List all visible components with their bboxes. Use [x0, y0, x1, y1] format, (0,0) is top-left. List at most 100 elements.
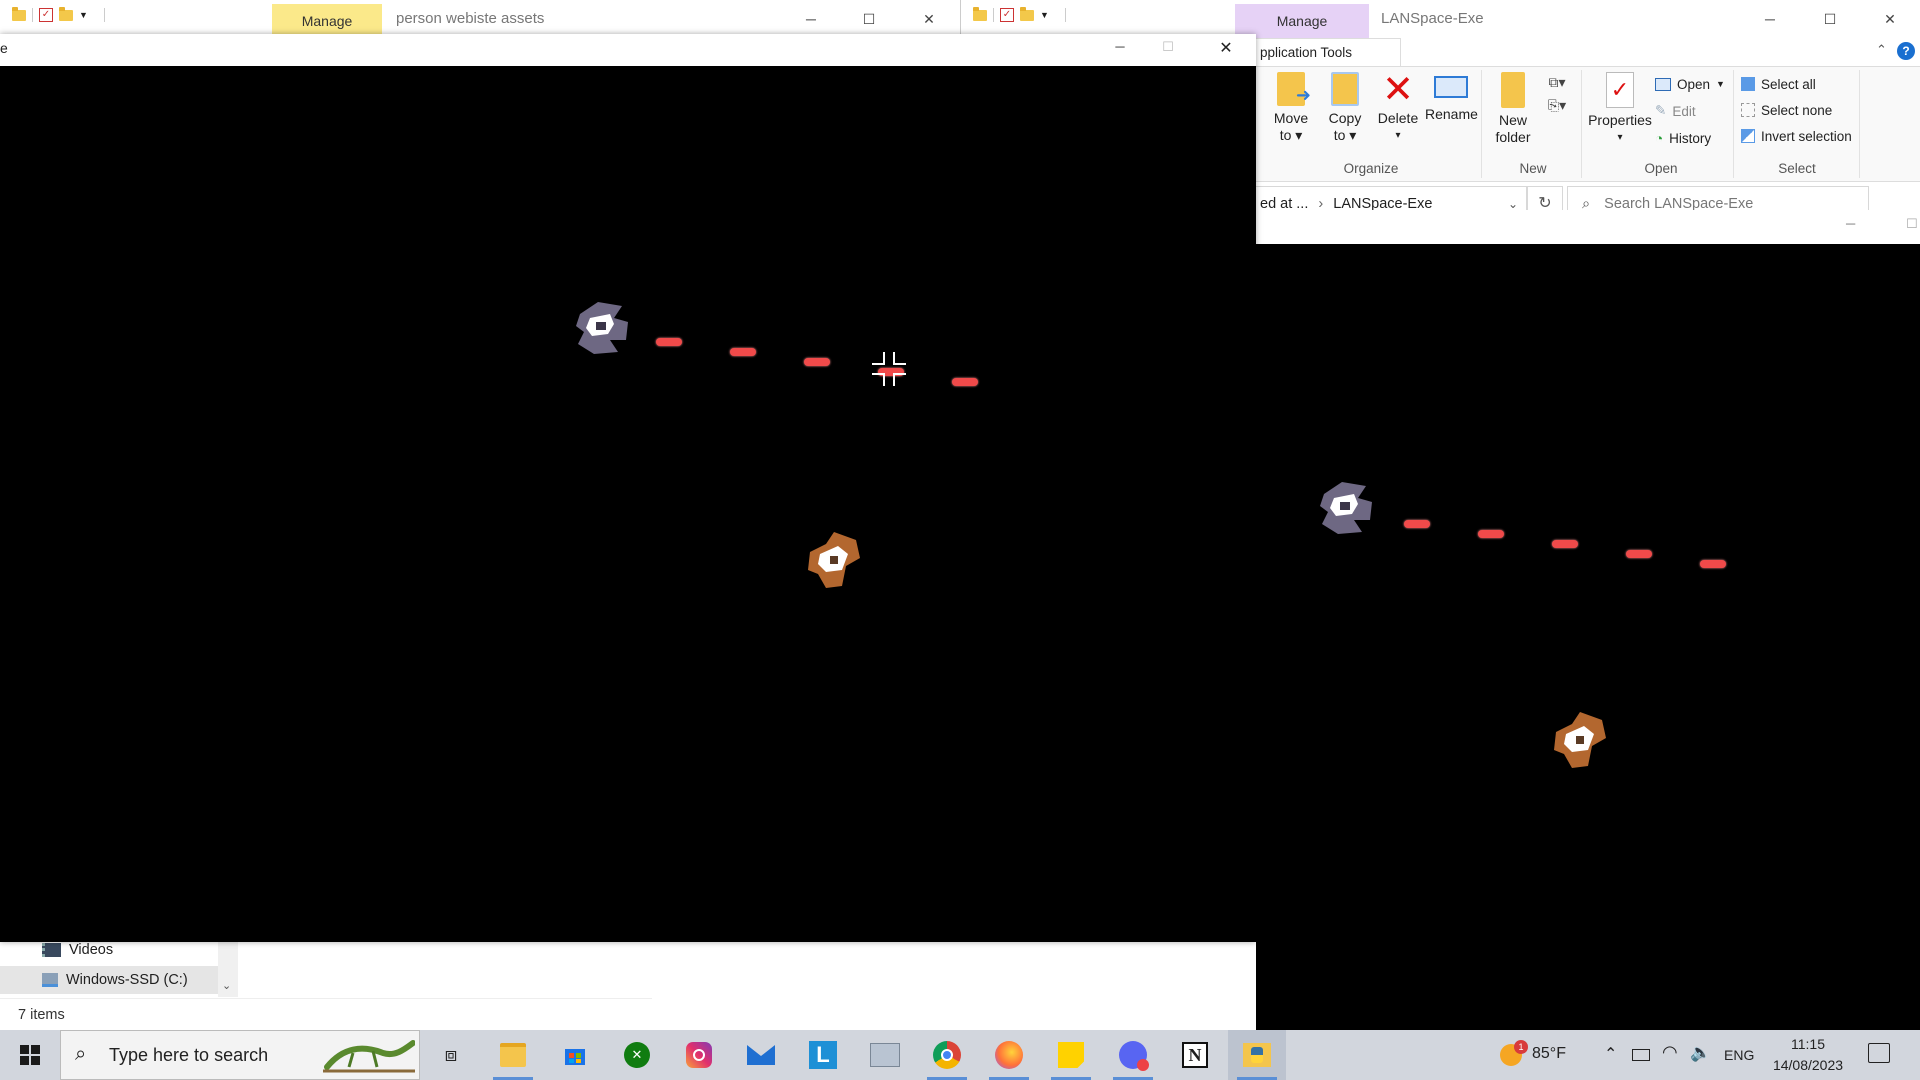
properties-check-icon[interactable]: ✓ [1000, 8, 1014, 22]
game-canvas-right[interactable] [1256, 244, 1920, 1030]
history-button[interactable]: ◔ History [1655, 126, 1711, 150]
select-all-button[interactable]: Select all [1741, 72, 1816, 96]
delete-x-icon: ✕ [1382, 69, 1414, 111]
close-icon[interactable]: ✕ [1867, 0, 1913, 38]
nav-item-label: Windows-SSD (C:) [66, 972, 188, 988]
xbox-icon[interactable]: ✕ [608, 1030, 666, 1080]
game-window-right: ─ ☐ [1256, 210, 1920, 1030]
taskbar-search-box[interactable]: ⌕ Type here to search [60, 1030, 420, 1080]
wifi-icon[interactable]: ◠ [1662, 1042, 1678, 1063]
minimize-icon[interactable]: ─ [1100, 39, 1140, 54]
explorer-left-title: person webiste assets [396, 10, 545, 27]
window-title: e [0, 40, 8, 56]
select-none-icon [1741, 103, 1755, 117]
search-icon: ⌕ [75, 1043, 87, 1065]
close-icon[interactable]: ✕ [1206, 38, 1246, 58]
python-game-icon[interactable] [1228, 1030, 1286, 1080]
scroll-down-icon[interactable]: ⌄ [222, 979, 231, 992]
notion-icon[interactable]: N [1166, 1030, 1224, 1080]
game-canvas-main[interactable] [0, 66, 1256, 942]
manage-tab-left[interactable]: Manage [272, 4, 382, 38]
battery-icon[interactable] [1632, 1049, 1650, 1061]
new-folder-label-2: folder [1495, 129, 1531, 145]
clock[interactable]: 11:15 14/08/2023 [1760, 1034, 1856, 1076]
properties-check-icon[interactable]: ✓ [39, 8, 53, 22]
videos-icon [42, 943, 61, 957]
microsoft-store-icon[interactable] [546, 1030, 604, 1080]
instagram-icon[interactable] [670, 1030, 728, 1080]
close-icon[interactable]: ✕ [906, 0, 952, 38]
nav-item-label: Videos [69, 942, 114, 958]
taskbar-search-placeholder: Type here to search [109, 1045, 269, 1065]
network-tool-icon[interactable] [856, 1030, 914, 1080]
nav-item-windows-ssd[interactable]: Windows-SSD (C:) [0, 966, 218, 994]
qat-dropdown-icon[interactable]: ▼ [1040, 10, 1049, 20]
l-app-icon[interactable]: L [794, 1030, 852, 1080]
maximize-icon[interactable]: ☐ [1906, 216, 1918, 232]
open-icon [1655, 77, 1671, 91]
qat-dropdown-icon[interactable]: ▼ [79, 10, 88, 20]
player-ship-grey [1320, 482, 1372, 534]
task-view-icon[interactable]: ⧈ [422, 1030, 480, 1080]
weather-widget[interactable]: 1 85°F [1494, 1030, 1578, 1080]
drive-icon [42, 973, 58, 987]
group-label-select: Select [1778, 161, 1816, 176]
game-window-right-titlebar: ─ ☐ [1256, 210, 1920, 244]
file-explorer-icon[interactable] [484, 1030, 542, 1080]
show-hidden-icons-icon[interactable]: ⌃ [1604, 1044, 1617, 1064]
crosshair-cursor [872, 352, 906, 386]
select-none-button[interactable]: Select none [1741, 98, 1832, 122]
group-label-new: New [1519, 161, 1547, 176]
start-button[interactable] [0, 1030, 60, 1080]
manage-tab-right[interactable]: Manage [1235, 4, 1369, 38]
select-all-label: Select all [1761, 76, 1816, 92]
application-tools-tab[interactable]: pplication Tools [1255, 38, 1401, 67]
help-icon[interactable]: ? [1897, 42, 1915, 60]
maximize-icon[interactable]: ☐ [1148, 39, 1188, 55]
minimize-icon[interactable]: ─ [1747, 0, 1793, 38]
status-bar-left: 7 items [0, 998, 652, 1031]
history-icon: ◔ [1655, 130, 1664, 146]
delete-button[interactable]: ✕ Delete ▾ [1375, 69, 1421, 144]
rename-button[interactable]: Rename [1425, 72, 1478, 123]
sticky-notes-icon[interactable] [1042, 1030, 1100, 1080]
maximize-icon[interactable]: ☐ [1807, 0, 1853, 38]
ribbon-collapse-icon[interactable]: ⌃ [1876, 42, 1887, 58]
properties-label: Properties [1588, 112, 1652, 128]
copy-to-button[interactable]: Copy to ▾ [1323, 72, 1367, 144]
clock-time: 11:15 [1791, 1036, 1825, 1052]
new-folder-button[interactable]: New folder [1489, 72, 1537, 146]
copy-to-label-2: to ▾ [1333, 127, 1357, 143]
explorer-right-title: LANSpace-Exe [1381, 10, 1484, 27]
copy-to-icon [1331, 72, 1359, 106]
edit-button[interactable]: ✎ Edit [1655, 99, 1696, 123]
firefox-icon[interactable] [980, 1030, 1038, 1080]
new-item-button[interactable]: ⧉▾ ⎘▾ [1539, 74, 1575, 114]
move-to-label-2: to ▾ [1279, 127, 1303, 143]
search-highlight-lizard-icon [323, 1040, 415, 1073]
mail-icon[interactable] [732, 1030, 790, 1080]
bullet [804, 358, 830, 366]
language-indicator[interactable]: ENG [1724, 1047, 1754, 1063]
discord-icon[interactable] [1104, 1030, 1162, 1080]
nav-scrollbar[interactable]: ⌄ [218, 935, 238, 997]
invert-selection-icon [1741, 129, 1755, 143]
new-folder-icon [1501, 72, 1525, 108]
new-folder-icon[interactable] [59, 6, 73, 21]
invert-selection-button[interactable]: Invert selection [1741, 124, 1852, 148]
minimize-icon[interactable]: ─ [788, 0, 834, 38]
open-button[interactable]: Open ▼ [1655, 72, 1725, 96]
maximize-icon[interactable]: ☐ [846, 0, 892, 38]
new-folder-icon[interactable] [1020, 6, 1034, 21]
rename-icon [1434, 76, 1468, 98]
minimize-icon[interactable]: ─ [1846, 216, 1855, 231]
move-to-button[interactable]: ➜ Move to ▾ [1269, 72, 1313, 144]
chrome-icon[interactable] [918, 1030, 976, 1080]
volume-icon[interactable]: 🔈 [1690, 1043, 1711, 1063]
copy-to-label: Copy [1328, 110, 1362, 126]
notifications-icon[interactable] [1868, 1043, 1890, 1063]
clock-date: 14/08/2023 [1772, 1057, 1844, 1073]
properties-button[interactable]: ✓ Properties ▾ [1587, 72, 1653, 146]
enemy-ship-orange [1554, 712, 1606, 768]
bullet [730, 348, 756, 356]
